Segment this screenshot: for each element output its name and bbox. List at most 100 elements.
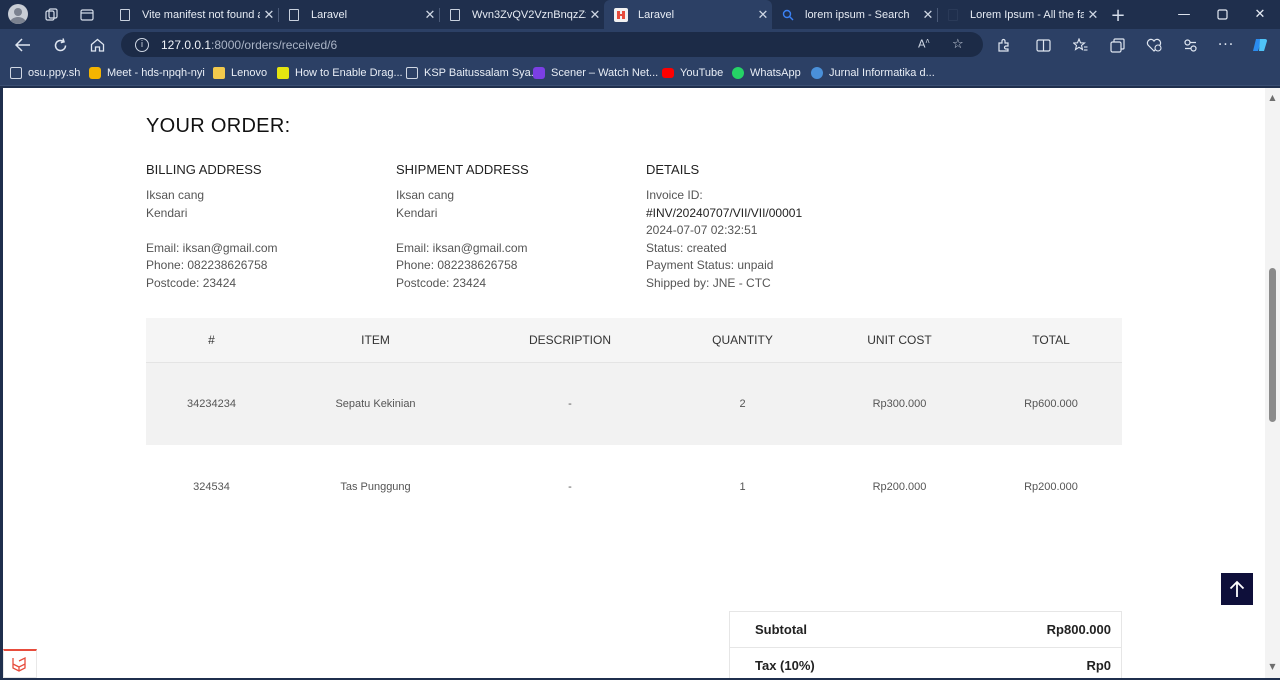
favorite-star-icon[interactable]: ☆ — [952, 37, 964, 52]
bookmark[interactable]: Jurnal Informatika d... — [811, 65, 935, 81]
close-tab-icon[interactable]: ✕ — [1084, 7, 1102, 23]
collections-icon[interactable] — [1106, 34, 1128, 56]
bookmark-label: KSP Baitussalam Sya... — [424, 67, 540, 79]
home-icon[interactable] — [84, 33, 110, 57]
back-to-top-button[interactable] — [1221, 573, 1253, 605]
browser-essentials-icon[interactable] — [1179, 34, 1201, 56]
browser-tab[interactable]: Laravel ✕ — [279, 0, 439, 29]
close-tab-icon[interactable]: ✕ — [586, 7, 604, 23]
profile-avatar[interactable] — [8, 4, 28, 24]
order-status: Status: created — [646, 240, 727, 255]
bookmark[interactable]: Meet - hds-npqh-nyi — [89, 65, 205, 81]
debugbar-toggle-button[interactable] — [3, 649, 37, 678]
laravel-icon — [614, 7, 628, 22]
page-icon — [277, 67, 289, 79]
document-icon — [118, 8, 132, 22]
page-title: YOUR ORDER: — [146, 115, 291, 137]
tab-title: Lorem Ipsum - All the fac — [970, 8, 1084, 21]
shipment-address-heading: SHIPMENT ADDRESS — [396, 162, 529, 177]
navigation-bar: i 127.0.0.1:8000/orders/received/6 Aʌ ☆ … — [0, 29, 1280, 60]
youtube-icon — [662, 68, 674, 78]
item-description: - — [474, 361, 666, 445]
bookmark[interactable]: How to Enable Drag... — [277, 65, 403, 81]
item-description: - — [474, 445, 666, 528]
table-header-row: # ITEM DESCRIPTION QUANTITY UNIT COST TO… — [146, 318, 1122, 362]
bookmark[interactable]: Scener – Watch Net... — [533, 65, 658, 81]
shipment-postcode: Postcode: 23424 — [396, 275, 487, 290]
tab-title: Laravel — [311, 8, 348, 21]
back-icon[interactable] — [10, 33, 36, 57]
address-bar[interactable]: i 127.0.0.1:8000/orders/received/6 Aʌ ☆ — [121, 32, 983, 57]
browser-tab[interactable]: Vite manifest not found a ✕ — [110, 0, 278, 29]
bookmark[interactable]: osu.ppy.sh — [10, 65, 80, 81]
refresh-icon[interactable] — [47, 33, 73, 57]
tab-strip: Vite manifest not found a ✕ Laravel ✕ Wv… — [0, 0, 1280, 29]
column-header-quantity: QUANTITY — [666, 318, 819, 362]
favorites-icon[interactable] — [1069, 34, 1091, 56]
column-header-item: ITEM — [277, 318, 474, 362]
shipment-address-block: Iksan cang Kendari Email: iksan@gmail.co… — [396, 187, 528, 292]
performance-icon[interactable] — [1143, 34, 1165, 56]
bookmark-label: YouTube — [680, 67, 724, 79]
order-totals-table: Subtotal Rp800.000 Tax (10%) Rp0 — [728, 611, 1122, 678]
billing-phone: Phone: 082238626758 — [146, 258, 268, 272]
scroll-up-arrow-icon[interactable]: ▲ — [1268, 93, 1277, 102]
shipment-name: Iksan cang — [396, 188, 455, 202]
bookmark-label: How to Enable Drag... — [295, 67, 403, 79]
order-date: 2024-07-07 02:32:51 — [646, 223, 758, 237]
bookmark[interactable]: KSP Baitussalam Sya... — [406, 65, 540, 81]
tab-title: Wvn3ZvQV2VznBnqzZxlD — [472, 8, 586, 21]
minimize-icon[interactable]: — — [1164, 0, 1204, 29]
item-quantity: 1 — [666, 445, 819, 528]
site-info-icon[interactable]: i — [135, 37, 149, 52]
url-path: :8000/orders/received/6 — [211, 37, 338, 52]
close-tab-icon[interactable]: ✕ — [260, 7, 278, 23]
bookmark-label: Lenovo — [231, 67, 268, 79]
scrollbar-thumb[interactable] — [1269, 268, 1276, 422]
new-tab-icon[interactable]: + — [1107, 4, 1129, 26]
split-screen-icon[interactable] — [1032, 34, 1054, 56]
shipped-by: Shipped by: JNE - CTC — [646, 275, 771, 290]
extensions-icon[interactable] — [992, 34, 1014, 56]
column-header-description: DESCRIPTION — [474, 318, 666, 362]
billing-city: Kendari — [146, 205, 188, 220]
tab-actions-icon[interactable] — [76, 4, 98, 26]
item-quantity: 2 — [666, 361, 819, 445]
shipment-city: Kendari — [396, 205, 438, 220]
billing-address-block: Iksan cang Kendari Email: iksan@gmail.co… — [146, 187, 278, 292]
column-header-number: # — [146, 318, 277, 362]
bookmark[interactable]: YouTube — [662, 65, 723, 81]
close-tab-icon[interactable]: ✕ — [421, 7, 439, 23]
browser-tab[interactable]: Wvn3ZvQV2VznBnqzZxlD ✕ — [440, 0, 604, 29]
page-scrollbar[interactable]: ▲ ▼ — [1265, 88, 1280, 678]
copilot-icon[interactable] — [1250, 34, 1272, 56]
url-text[interactable]: 127.0.0.1:8000/orders/received/6 — [161, 38, 337, 52]
item-unit-cost: Rp200.000 — [819, 445, 980, 528]
maximize-icon[interactable] — [1202, 0, 1242, 29]
close-tab-icon[interactable]: ✕ — [754, 7, 772, 23]
shipment-email: Email: iksan@gmail.com — [396, 240, 528, 255]
browser-tab-active[interactable]: Laravel ✕ — [604, 0, 772, 29]
workspaces-icon[interactable] — [41, 4, 63, 26]
meet-icon — [89, 67, 101, 79]
read-aloud-icon[interactable]: Aʌ — [918, 37, 930, 51]
scroll-down-arrow-icon[interactable]: ▼ — [1268, 662, 1277, 671]
details-heading: DETAILS — [646, 162, 700, 177]
bookmark[interactable]: WhatsApp — [732, 65, 801, 81]
tab-title: Vite manifest not found a — [142, 8, 260, 21]
laravel-logo-icon — [12, 656, 26, 672]
subtotal-value: Rp800.000 — [920, 611, 1122, 648]
tab-title: lorem ipsum - Search — [805, 8, 910, 21]
bookmark[interactable]: Lenovo — [213, 65, 267, 81]
details-block: Invoice ID: #INV/20240707/VII/VII/00001 … — [646, 187, 802, 292]
browser-tab[interactable]: Lorem Ipsum - All the fac ✕ — [938, 0, 1102, 29]
folder-icon — [213, 67, 225, 79]
close-window-icon[interactable]: ✕ — [1240, 0, 1280, 29]
more-options-icon[interactable]: ··· — [1215, 34, 1237, 56]
search-icon — [781, 8, 795, 22]
browser-tab[interactable]: lorem ipsum - Search ✕ — [773, 0, 937, 29]
journal-icon — [811, 67, 823, 79]
close-tab-icon[interactable]: ✕ — [919, 7, 937, 23]
subtotal-label: Subtotal — [728, 611, 921, 648]
bookmark-label: Jurnal Informatika d... — [829, 67, 935, 79]
